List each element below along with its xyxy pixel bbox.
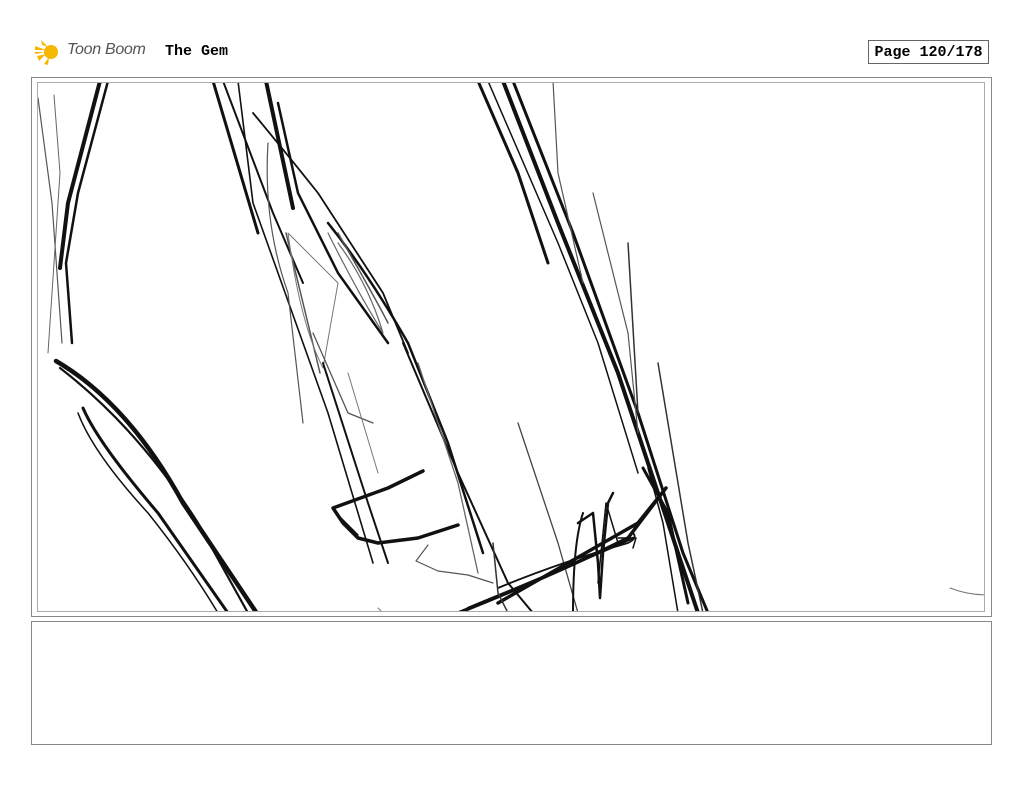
toon-boom-sun-icon (34, 40, 58, 65)
panel-notes-box (31, 621, 992, 745)
logo-text: Toon Boom (67, 41, 146, 58)
toon-boom-logo: Toon Boom (33, 36, 158, 70)
sketch-drawing (38, 83, 984, 611)
storyboard-panel (37, 82, 985, 612)
page-number: Page 120/178 (868, 40, 989, 64)
project-title: The Gem (165, 43, 229, 60)
